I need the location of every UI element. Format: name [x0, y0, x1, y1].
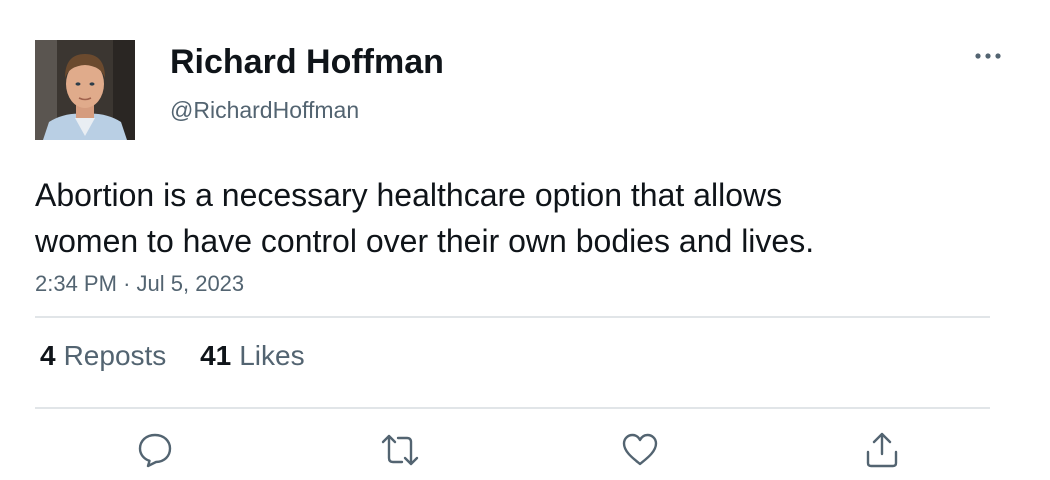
tweet-text-line: Abortion is a necessary healthcare optio…: [35, 177, 783, 213]
share-button[interactable]: [862, 430, 902, 470]
tweet-text: Abortion is a necessary healthcare optio…: [35, 172, 995, 264]
reply-icon: [138, 433, 172, 468]
repost-icon: [381, 434, 419, 466]
author-handle[interactable]: @RichardHoffman: [170, 97, 359, 124]
likes-stat[interactable]: 41 Likes: [200, 340, 305, 372]
likes-count: 41: [200, 340, 232, 371]
meta-separator: ·: [123, 271, 131, 296]
repost-button[interactable]: [380, 430, 420, 470]
more-options-button[interactable]: [968, 44, 1008, 68]
tweet-time: 2:34 PM: [35, 271, 117, 296]
reposts-count: 4: [40, 340, 56, 371]
engagement-stats: 4 Reposts 41 Likes: [40, 340, 331, 372]
reposts-label: Reposts: [63, 340, 167, 371]
heart-icon: [622, 433, 658, 466]
likes-label: Likes: [239, 340, 305, 371]
like-button[interactable]: [620, 430, 660, 470]
more-horizontal-icon: [975, 53, 1001, 59]
tweet-timestamp[interactable]: 2:34 PM · Jul 5, 2023: [35, 271, 244, 297]
avatar-photo: [35, 40, 135, 140]
tweet-date: Jul 5, 2023: [136, 271, 245, 296]
tweet-text-line: women to have control over their own bod…: [35, 223, 815, 259]
reposts-stat[interactable]: 4 Reposts: [40, 340, 166, 372]
divider: [35, 316, 990, 318]
tweet-card: Richard Hoffman @RichardHoffman Abortion…: [0, 0, 1050, 480]
author-name[interactable]: Richard Hoffman: [170, 43, 444, 82]
reply-button[interactable]: [135, 430, 175, 470]
divider: [35, 407, 990, 409]
avatar[interactable]: [35, 40, 135, 140]
share-icon: [866, 432, 898, 468]
